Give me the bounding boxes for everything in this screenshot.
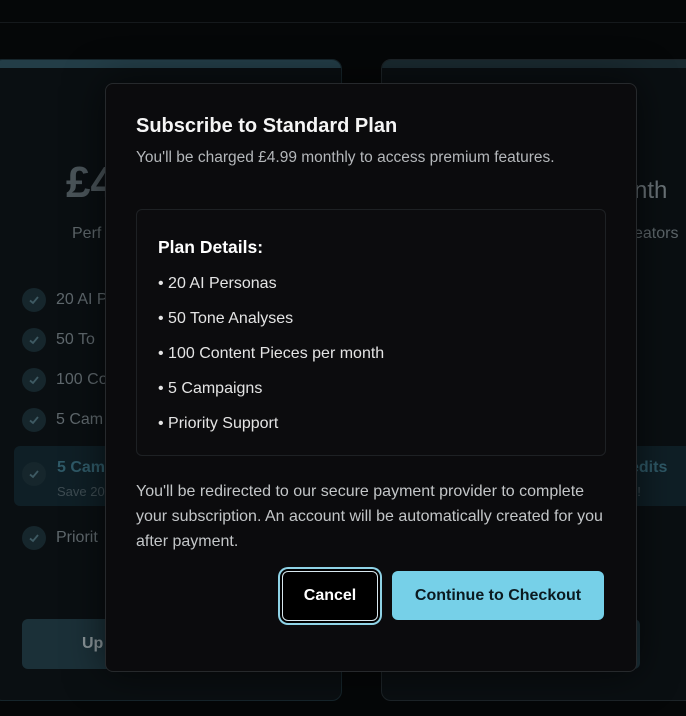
feature-label: 20 AI P: [56, 291, 108, 308]
check-icon: [22, 328, 46, 352]
plan-details-box: Plan Details: • 20 AI Personas • 50 Tone…: [136, 209, 606, 456]
dialog-title: Subscribe to Standard Plan: [136, 115, 398, 137]
highlight-subtitle: Save 20: [57, 484, 105, 499]
continue-to-checkout-button[interactable]: Continue to Checkout: [392, 571, 604, 620]
subscribe-dialog: Subscribe to Standard Plan You'll be cha…: [105, 83, 637, 672]
plan-detail-item: • Priority Support: [158, 415, 279, 432]
card-subtitle: eators: [634, 225, 679, 242]
card-accent-bar: [0, 60, 341, 68]
top-bar: [0, 0, 686, 23]
feature-label: Priorit: [56, 529, 98, 546]
dialog-description: You'll be charged £4.99 monthly to acces…: [136, 149, 555, 166]
feature-label: 100 Co: [56, 371, 108, 388]
plan-detail-item: • 50 Tone Analyses: [158, 310, 294, 327]
check-icon: [22, 368, 46, 392]
plan-details-heading: Plan Details:: [158, 237, 264, 257]
feature-label: 50 To: [56, 331, 95, 348]
plan-detail-item: • 20 AI Personas: [158, 275, 277, 292]
card-price-suffix: nth: [634, 177, 668, 204]
upgrade-button-label: Up: [82, 635, 104, 652]
feature-item: 5 Cam: [22, 408, 103, 432]
check-icon: [22, 526, 46, 550]
feature-item: 50 To: [22, 328, 95, 352]
check-icon: [22, 288, 46, 312]
highlight-title: 5 Cam: [57, 459, 106, 476]
plan-detail-item: • 5 Campaigns: [158, 380, 263, 397]
redirect-note: You'll be redirected to our secure payme…: [136, 483, 603, 550]
feature-label: 5 Cam: [56, 411, 104, 428]
card-accent-bar: [382, 60, 686, 68]
feature-item: 100 Co: [22, 368, 108, 392]
feature-item: Priorit: [22, 526, 98, 550]
feature-item: 20 AI P: [22, 288, 108, 312]
plan-detail-item: • 100 Content Pieces per month: [158, 345, 385, 362]
check-icon: [22, 408, 46, 432]
check-icon: [22, 462, 46, 486]
cancel-button[interactable]: Cancel: [282, 571, 378, 621]
card-subtitle: Perf: [72, 225, 102, 242]
